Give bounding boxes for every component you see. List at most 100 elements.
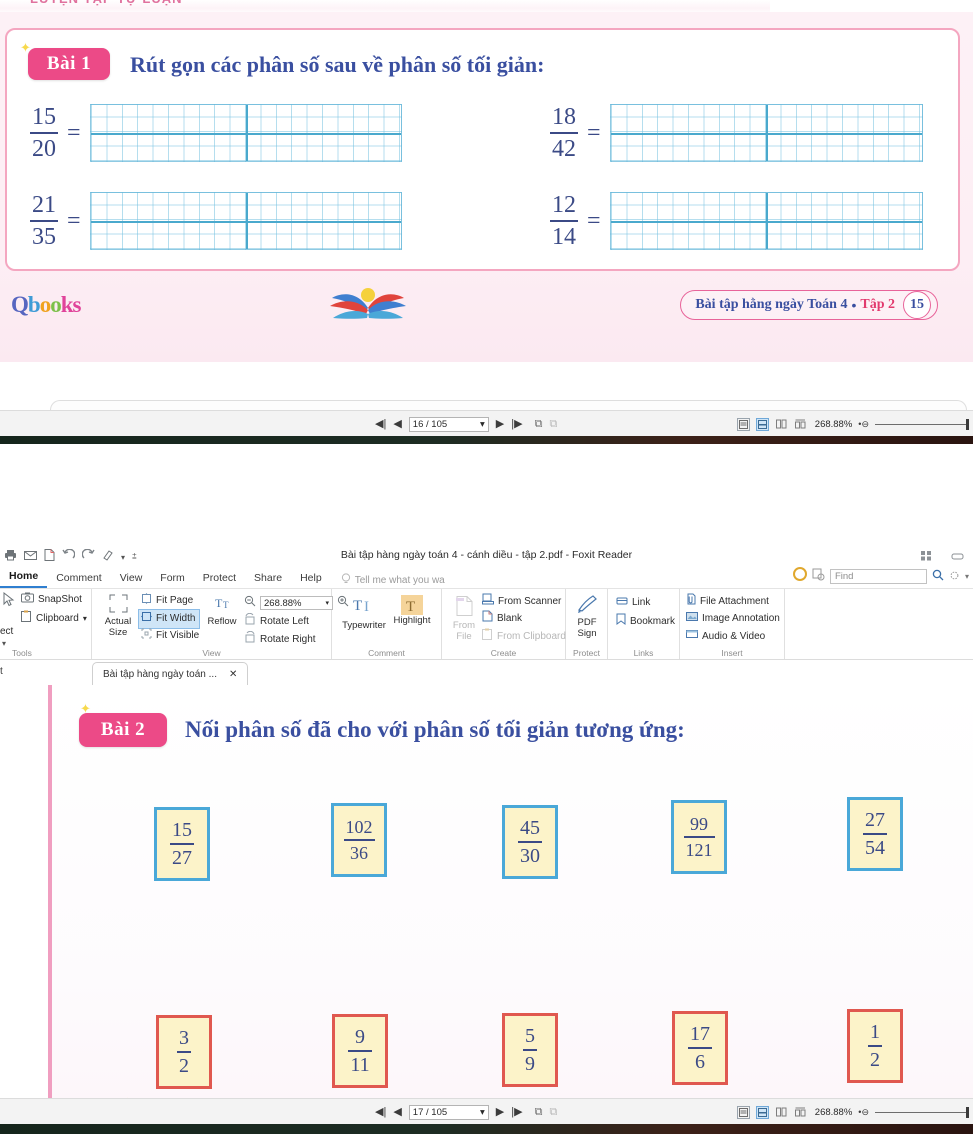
crop-page-icon[interactable]: ⧉ [549, 418, 557, 430]
ribbon-item-rotate-left[interactable]: Rotate Left [244, 612, 309, 630]
zoom-level-top: 268.88% [814, 418, 853, 430]
ribbon-item-label: Image Annotation [702, 613, 780, 624]
zoom-level-input[interactable]: 268.88% ▾ [260, 596, 333, 610]
single-page-view-icon[interactable] [736, 417, 750, 431]
ribbon-item-fit-page[interactable]: Fit Page [141, 593, 193, 609]
tab-home[interactable]: Home [0, 568, 48, 588]
ribbon-item-from-scanner[interactable]: From Scanner [482, 593, 561, 610]
next-page-icon[interactable]: ▶ [496, 418, 504, 430]
find-settings-icon[interactable] [949, 568, 960, 586]
ribbon-button-typewriter[interactable]: TI Typewriter [340, 595, 388, 631]
page-dropdown-caret-icon[interactable]: ▾ [480, 419, 485, 430]
zoom-out-icon[interactable] [244, 594, 256, 612]
answer-grid-1 [89, 104, 402, 162]
share-document-icon[interactable] [812, 568, 825, 586]
minimize-icon[interactable] [951, 548, 965, 566]
first-page-icon[interactable]: ◀| [375, 418, 386, 430]
view-controls-bottom: 268.88% •⊖ [736, 1105, 969, 1119]
given-fraction-4: 99 121 [671, 800, 727, 874]
clipboard-caret-icon[interactable]: ▾ [83, 612, 87, 626]
answer-fraction-5: 1 2 [847, 1009, 903, 1083]
ribbon-item-label: SnapShot [38, 594, 82, 605]
fraction-denominator: 54 [865, 836, 885, 859]
ribbon-item-file-attachment[interactable]: File Attachment [686, 593, 769, 610]
zoom-slider-handle[interactable] [966, 418, 969, 430]
ribbon-button-from-file[interactable]: From File [446, 595, 482, 642]
ribbon-group-comment: TI Typewriter T Highlight Comment [332, 589, 442, 659]
zoom-slider-bottom[interactable] [875, 1106, 969, 1118]
facing-pages-cover-icon[interactable] [794, 1106, 807, 1119]
ribbon-item-rotate-right[interactable]: Rotate Right [244, 630, 316, 648]
caret-down-icon[interactable]: ▾ [965, 572, 969, 581]
document-viewport[interactable]: ✦ Bài 2 Nối phân số đã cho với phân số t… [0, 685, 973, 1109]
tab-form[interactable]: Form [151, 570, 194, 588]
continuous-scroll-icon[interactable] [755, 1105, 769, 1119]
search-icon[interactable] [932, 568, 944, 586]
ribbon-group-links: Link Bookmark Links [608, 589, 680, 659]
ribbon-item-blank[interactable]: Blank [482, 610, 522, 627]
last-page-icon[interactable]: |▶ [511, 418, 522, 430]
facing-pages-icon[interactable] [775, 418, 788, 431]
ribbon-button-highlight[interactable]: T Highlight [390, 595, 434, 626]
fraction-bar [523, 1049, 537, 1051]
tell-me-box[interactable]: Tell me what you wa [341, 573, 445, 588]
ribbon-group-label-create: Create [490, 648, 517, 658]
desktop-background [0, 444, 973, 545]
document-tab[interactable]: Bài tập hàng ngày toán ... ✕ [92, 662, 249, 685]
tab-comment[interactable]: Comment [47, 570, 111, 588]
previous-page-icon[interactable]: ◀ [393, 1106, 401, 1118]
exercise-title-2: Nối phân số đã cho với phân số tối giản … [185, 717, 685, 742]
ribbon-button-actual-size[interactable]: Actual Size [98, 594, 138, 638]
fraction-numerator: 5 [525, 1025, 535, 1048]
single-page-view-icon[interactable] [736, 1105, 750, 1119]
page-number-input-bottom[interactable]: 17 / 105 ▾ [408, 1104, 489, 1120]
page-dropdown-caret-icon[interactable]: ▾ [480, 1107, 485, 1118]
ribbon-item-link[interactable]: Link [616, 595, 650, 611]
rotate-view-icon[interactable]: ⧉ [535, 418, 543, 430]
window-controls [921, 548, 965, 566]
select-tool-icon[interactable] [2, 591, 16, 612]
ribbon-item-from-clipboard[interactable]: From Clipboard [482, 628, 566, 645]
ribbon-item-bookmark[interactable]: Bookmark [616, 613, 675, 630]
facing-pages-icon[interactable] [775, 1106, 788, 1119]
ribbon-item-select[interactable]: ect [0, 625, 13, 639]
previous-page-icon[interactable]: ◀ [393, 418, 401, 430]
ribbon-button-reflow[interactable]: TT Reflow [203, 594, 241, 627]
zoom-slider-top[interactable] [875, 418, 969, 430]
ribbon-item-fit-width[interactable]: Fit Width [137, 609, 201, 629]
highlight-icon: T [401, 595, 423, 615]
ribbon-item-image-annotation[interactable]: Image Annotation [686, 611, 780, 627]
exercise-badge-1: Bài 1 [28, 48, 110, 80]
ribbon-button-pdf-sign[interactable]: PDF Sign [569, 594, 605, 639]
close-tab-icon[interactable]: ✕ [229, 669, 237, 680]
first-page-icon[interactable]: ◀| [375, 1106, 386, 1118]
select-caret-icon[interactable]: ▾ [2, 639, 6, 648]
scanner-icon [482, 593, 494, 610]
fraction-numerator: 9 [354, 1026, 365, 1049]
statusbar-top: ◀| ◀ 16 / 105 ▾ ▶ |▶ ⧉ ⧉ 268.88% •⊖ [0, 410, 973, 437]
ribbon-item-fit-visible[interactable]: Fit Visible [141, 628, 199, 644]
crop-page-icon[interactable]: ⧉ [549, 1106, 557, 1118]
page-number-input-top[interactable]: 16 / 105 ▾ [408, 416, 489, 432]
tab-help[interactable]: Help [291, 570, 331, 588]
ribbon-item-audio-video[interactable]: Audio & Video [686, 629, 765, 644]
ribbon-item-snapshot[interactable]: SnapShot [21, 592, 82, 608]
find-input[interactable]: Find [829, 569, 927, 584]
facing-pages-cover-icon[interactable] [794, 418, 807, 431]
tab-protect[interactable]: Protect [194, 570, 245, 588]
fraction-bar [550, 132, 578, 134]
continuous-scroll-icon[interactable] [755, 417, 769, 431]
ribbon-item-clipboard[interactable]: Clipboard ▾ [21, 610, 87, 627]
fraction-15-20: 15 20 [30, 105, 58, 161]
zoom-slider-handle[interactable] [966, 1106, 969, 1118]
next-page-icon[interactable]: ▶ [496, 1106, 504, 1118]
connected-pdf-icon[interactable] [792, 567, 807, 586]
zoom-out-icon[interactable]: •⊖ [858, 419, 869, 430]
tab-view[interactable]: View [111, 570, 152, 588]
zoom-caret-icon[interactable]: ▾ [325, 599, 329, 607]
zoom-out-icon[interactable]: •⊖ [858, 1107, 869, 1118]
rotate-view-icon[interactable]: ⧉ [535, 1106, 543, 1118]
last-page-icon[interactable]: |▶ [511, 1106, 522, 1118]
tab-share[interactable]: Share [245, 570, 291, 588]
restore-grid-icon[interactable] [921, 548, 933, 566]
